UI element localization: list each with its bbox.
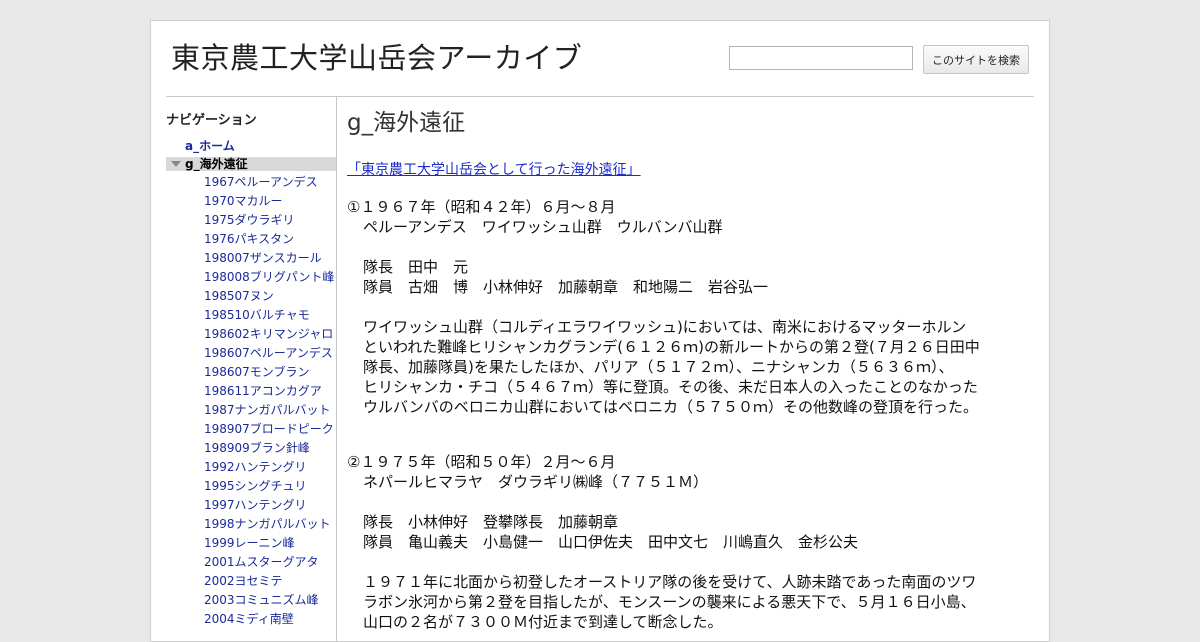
- expedition-region: ペルーアンデス ワイワッシュ山群 ウルバンバ山群: [363, 218, 723, 236]
- sidebar-item-current[interactable]: g_海外遠征: [166, 157, 336, 171]
- sidebar-item-current-label: g_海外遠征: [185, 157, 248, 171]
- sidebar-subitem: 1997ハンテングリ: [204, 496, 334, 515]
- expedition-description-line: １９７１年に北面から初登したオーストリア隊の後を受けて、人跡未踏であった南面のツ…: [363, 573, 977, 591]
- sidebar-subitem: 198611アコンカグア: [204, 382, 334, 401]
- sidebar-subitem-link[interactable]: 1976パキスタン: [204, 232, 294, 246]
- expedition-description-line: ラボン氷河から第２登を目指したが、モンスーンの襲来による悪天下で、５月１６日小島…: [363, 593, 976, 611]
- sidebar-subitem: 2001ムスターグアタ: [204, 553, 334, 572]
- sidebar-subitem-link[interactable]: 198909ブラン針峰: [204, 441, 310, 455]
- expedition-title: ②１９７５年（昭和５０年）２月〜６月: [347, 453, 616, 471]
- sidebar-subitem-link[interactable]: 1998ナンガパルバット: [204, 517, 331, 531]
- page-container: 東京農工大学山岳会アーカイブ このサイトを検索 ナビゲーション a_ホーム g_…: [150, 20, 1050, 642]
- sidebar-subitem-link[interactable]: 2001ムスターグアタ: [204, 555, 319, 569]
- sidebar-subitem: 1992ハンテングリ: [204, 458, 334, 477]
- sidebar-subitem-link[interactable]: 198602キリマンジャロ: [204, 327, 333, 341]
- sidebar-subitem-link[interactable]: 1975ダウラギリ: [204, 213, 295, 227]
- expedition-region: ネパールヒマラヤ ダウラギリ㈱峰（７７５１Ｍ）: [363, 473, 709, 491]
- sidebar-subitem-link[interactable]: 198611アコンカグア: [204, 384, 322, 398]
- sidebar-subitem: 198510バルチャモ: [204, 306, 334, 325]
- sidebar-subitem: 198909ブラン針峰: [204, 439, 334, 458]
- sidebar-subpage-list: 1967ペルーアンデス 1970マカルー 1975ダウラギリ 1976パキスタン…: [204, 173, 334, 629]
- sidebar-subitem: 198607モンブラン: [204, 363, 334, 382]
- sidebar-subitem-link[interactable]: 2004ミディ南壁: [204, 612, 294, 626]
- sidebar-item-home[interactable]: a_ホーム: [185, 137, 235, 154]
- expedition-description-line: ワイワッシュ山群（コルディエラワイワッシュ)においては、南米におけるマッターホル…: [363, 318, 967, 336]
- sidebar-subitem: 198008ブリグパント峰: [204, 268, 334, 287]
- sidebar-subitem-link[interactable]: 198008ブリグパント峰: [204, 270, 334, 284]
- sidebar-subitem-link[interactable]: 2003コミュニズム峰: [204, 593, 319, 607]
- sidebar-subitem: 1999レーニン峰: [204, 534, 334, 553]
- sidebar-subitem-link[interactable]: 1995シングチュリ: [204, 479, 307, 493]
- expedition-section: ②１９７５年（昭和５０年）２月〜６月 ネパールヒマラヤ ダウラギリ㈱峰（７７５１…: [347, 452, 1037, 632]
- sidebar-subitem: 1975ダウラギリ: [204, 211, 334, 230]
- page-title: g_海外遠征: [347, 110, 466, 136]
- sidebar-subitem-link[interactable]: 2002ヨセミテ: [204, 574, 283, 588]
- sidebar-subitem-link[interactable]: 198507ヌン: [204, 289, 274, 303]
- sidebar-subitem-link[interactable]: 198510バルチャモ: [204, 308, 310, 322]
- sidebar-subitem: 1995シングチュリ: [204, 477, 334, 496]
- expedition-description-line: ウルバンバのベロニカ山群においてはベロニカ（５７５０ｍ）その他数峰の登頂を行った…: [363, 398, 979, 416]
- site-title[interactable]: 東京農工大学山岳会アーカイブ: [171, 35, 582, 77]
- sidebar-subitem: 198607ペルーアンデス: [204, 344, 334, 363]
- search-input[interactable]: [729, 46, 913, 70]
- sidebar-subitem: 198007ザンスカール: [204, 249, 334, 268]
- expedition-section: ①１９６７年（昭和４２年）６月〜８月 ペルーアンデス ワイワッシュ山群 ウルバン…: [347, 197, 1037, 417]
- expedition-leader: 隊長 小林伸好 登攀隊長 加藤朝章: [363, 513, 619, 531]
- sidebar-subitem-link[interactable]: 198907ブロードピーク: [204, 422, 334, 436]
- search-button[interactable]: このサイトを検索: [923, 45, 1029, 74]
- sidebar-subitem-link[interactable]: 1992ハンテングリ: [204, 460, 307, 474]
- expedition-members: 隊員 古畑 博 小林伸好 加藤朝章 和地陽二 岩谷弘一: [363, 278, 769, 296]
- main-content: g_海外遠征 「東京農工大学山岳会として行った海外遠征」 ①１９６７年（昭和４２…: [347, 97, 1032, 641]
- intro-link[interactable]: 「東京農工大学山岳会として行った海外遠征」: [347, 159, 641, 179]
- sidebar-subitem-link[interactable]: 1970マカルー: [204, 194, 283, 208]
- sidebar-navigation: ナビゲーション a_ホーム g_海外遠征 1967ペルーアンデス 1970マカル…: [166, 97, 337, 641]
- sidebar-subitem: 2003コミュニズム峰: [204, 591, 334, 610]
- expedition-description-line: といわれた難峰ヒリシャンカグランデ(６１２６ｍ)の新ルートからの第２登(７月２６…: [363, 338, 980, 356]
- sidebar-subitem-link[interactable]: 1987ナンガパルバット: [204, 403, 331, 417]
- sidebar-subitem-link[interactable]: 198007ザンスカール: [204, 251, 322, 265]
- sidebar-subitem: 1987ナンガパルバット: [204, 401, 334, 420]
- sidebar-subitem: 1998ナンガパルバット: [204, 515, 334, 534]
- expedition-title: ①１９６７年（昭和４２年）６月〜８月: [347, 198, 616, 216]
- expedition-leader: 隊長 田中 元: [363, 258, 469, 276]
- sidebar-subitem-link[interactable]: 198607ペルーアンデス: [204, 346, 333, 360]
- expedition-description-line: 山口の２名が７３００Ｍ付近まで到達して断念した。: [363, 613, 723, 631]
- sidebar-subitem: 1970マカルー: [204, 192, 334, 211]
- sidebar-subitem: 198507ヌン: [204, 287, 334, 306]
- navigation-heading: ナビゲーション: [166, 113, 257, 128]
- expedition-description-line: ヒリシャンカ・チコ（５４６７ｍ）等に登頂。その後、未だ日本人の入ったことのなかっ…: [363, 378, 978, 396]
- sidebar-subitem: 198907ブロードピーク: [204, 420, 334, 439]
- sidebar-subitem: 2002ヨセミテ: [204, 572, 334, 591]
- collapse-triangle-icon[interactable]: [171, 161, 181, 167]
- sidebar-subitem-link[interactable]: 1999レーニン峰: [204, 536, 295, 550]
- sidebar-subitem: 1976パキスタン: [204, 230, 334, 249]
- sidebar-subitem: 198602キリマンジャロ: [204, 325, 334, 344]
- sidebar-subitem: 2004ミディ南壁: [204, 610, 334, 629]
- sidebar-subitem-link[interactable]: 1997ハンテングリ: [204, 498, 307, 512]
- expedition-members: 隊員 亀山義夫 小島健一 山口伊佐夫 田中文七 川嶋直久 金杉公夫: [363, 533, 859, 551]
- sidebar-subitem-link[interactable]: 198607モンブラン: [204, 365, 309, 379]
- sidebar-subitem: 1967ペルーアンデス: [204, 173, 334, 192]
- sidebar-subitem-link[interactable]: 1967ペルーアンデス: [204, 175, 318, 189]
- expedition-description-line: 隊長、加藤隊員)を果たしたほか、パリア（５１７２ｍ）、ニナシャンカ（５６３６ｍ）…: [363, 358, 954, 376]
